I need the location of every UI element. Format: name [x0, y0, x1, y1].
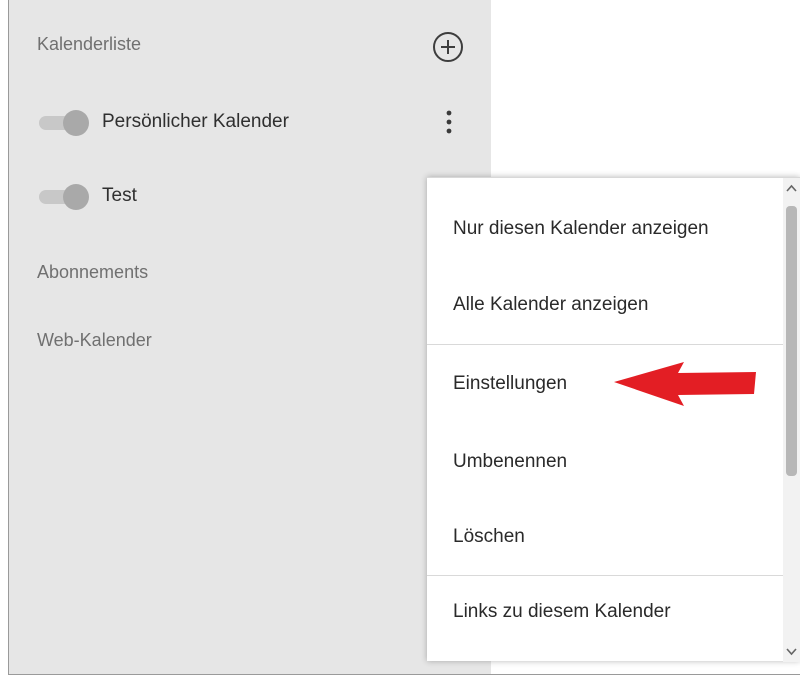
menu-item-delete[interactable]: Löschen — [427, 508, 783, 568]
toggle-knob — [63, 184, 89, 210]
more-options-icon[interactable] — [437, 106, 461, 138]
menu-item-label: Löschen — [453, 526, 525, 547]
menu-item-label: Nur diesen Kalender anzeigen — [453, 218, 709, 239]
calendar-sidebar: Kalenderliste Persönlicher Kalender Test… — [9, 0, 491, 674]
calendar-context-menu: Nur diesen Kalender anzeigen Alle Kalend… — [427, 177, 800, 662]
subscriptions-section-label[interactable]: Abonnements — [37, 262, 148, 283]
chevron-up-icon[interactable] — [783, 178, 800, 200]
calendar-list-title: Kalenderliste — [37, 34, 142, 54]
chevron-down-icon[interactable] — [783, 640, 800, 662]
menu-item-label: Einstellungen — [453, 373, 568, 394]
menu-item-show-all-calendars[interactable]: Alle Kalender anzeigen — [427, 276, 783, 336]
menu-divider — [427, 575, 783, 576]
menu-item-label: Links zu diesem Kalender — [453, 601, 671, 622]
menu-divider — [427, 344, 783, 345]
calendar-name: Persönlicher Kalender — [102, 111, 289, 132]
menu-item-show-only-this-calendar[interactable]: Nur diesen Kalender anzeigen — [427, 200, 783, 260]
calendar-toggle[interactable] — [37, 110, 89, 136]
red-arrow-left-icon — [614, 362, 756, 406]
add-calendar-icon[interactable] — [431, 30, 465, 64]
scrollbar-thumb[interactable] — [786, 206, 797, 476]
calendar-item-test[interactable]: Test — [37, 176, 477, 216]
toggle-knob — [63, 110, 89, 136]
calendar-toggle[interactable] — [37, 184, 89, 210]
menu-scrollbar[interactable] — [783, 178, 800, 662]
web-calendars-section-label[interactable]: Web-Kalender — [37, 330, 152, 351]
menu-item-label: Umbenennen — [453, 451, 568, 472]
menu-item-calendar-links[interactable]: Links zu diesem Kalender — [427, 583, 783, 643]
menu-item-label: Alle Kalender anzeigen — [453, 294, 649, 315]
menu-item-rename[interactable]: Umbenennen — [427, 433, 783, 493]
calendar-name: Test — [102, 185, 137, 206]
calendar-item-persoenlicher-kalender[interactable]: Persönlicher Kalender — [37, 102, 477, 142]
calendar-list-header: Kalenderliste — [37, 30, 477, 62]
